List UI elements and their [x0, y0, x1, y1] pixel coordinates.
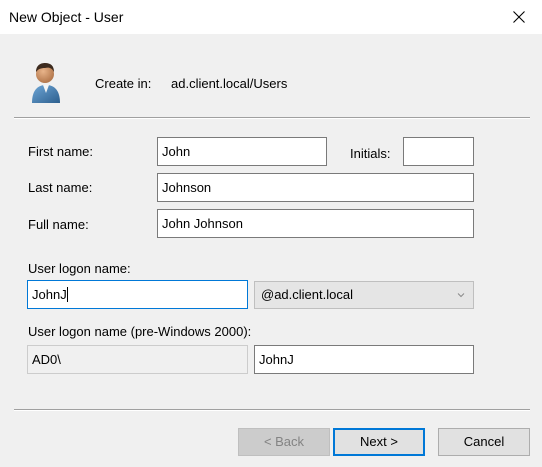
window-title: New Object - User — [9, 9, 124, 25]
separator-top — [14, 117, 530, 119]
full-name-input[interactable]: John Johnson — [157, 209, 474, 238]
close-button[interactable] — [496, 0, 542, 34]
back-button[interactable]: < Back — [238, 428, 330, 456]
pre2000-name-input[interactable]: JohnJ — [254, 345, 474, 374]
first-name-input[interactable]: John — [157, 137, 327, 166]
text-caret — [66, 287, 68, 302]
create-in-label: Create in: — [95, 76, 152, 91]
separator-bottom — [14, 409, 530, 411]
initials-input[interactable] — [403, 137, 474, 166]
pre2000-domain-field: AD0\ — [27, 345, 248, 374]
close-icon — [513, 11, 525, 23]
cancel-button[interactable]: Cancel — [438, 428, 530, 456]
first-name-label: First name: — [28, 144, 94, 159]
next-button[interactable]: Next > — [333, 428, 425, 456]
create-in-value: ad.client.local/Users — [171, 76, 288, 91]
logon-name-input[interactable]: JohnJ — [27, 280, 248, 309]
logon-name-label: User logon name: — [28, 261, 131, 276]
chevron-down-icon — [457, 293, 465, 298]
logon-name-text: JohnJ — [32, 287, 67, 302]
pre2000-label: User logon name (pre-Windows 2000): — [28, 324, 252, 339]
last-name-label: Last name: — [28, 180, 93, 195]
initials-label: Initials: — [350, 146, 391, 161]
user-icon — [32, 63, 60, 103]
title-bar: New Object - User — [0, 0, 542, 34]
domain-suffix-select[interactable]: @ad.client.local — [254, 281, 474, 309]
domain-suffix-value: @ad.client.local — [261, 287, 353, 302]
full-name-label: Full name: — [28, 217, 89, 232]
last-name-input[interactable]: Johnson — [157, 173, 474, 202]
